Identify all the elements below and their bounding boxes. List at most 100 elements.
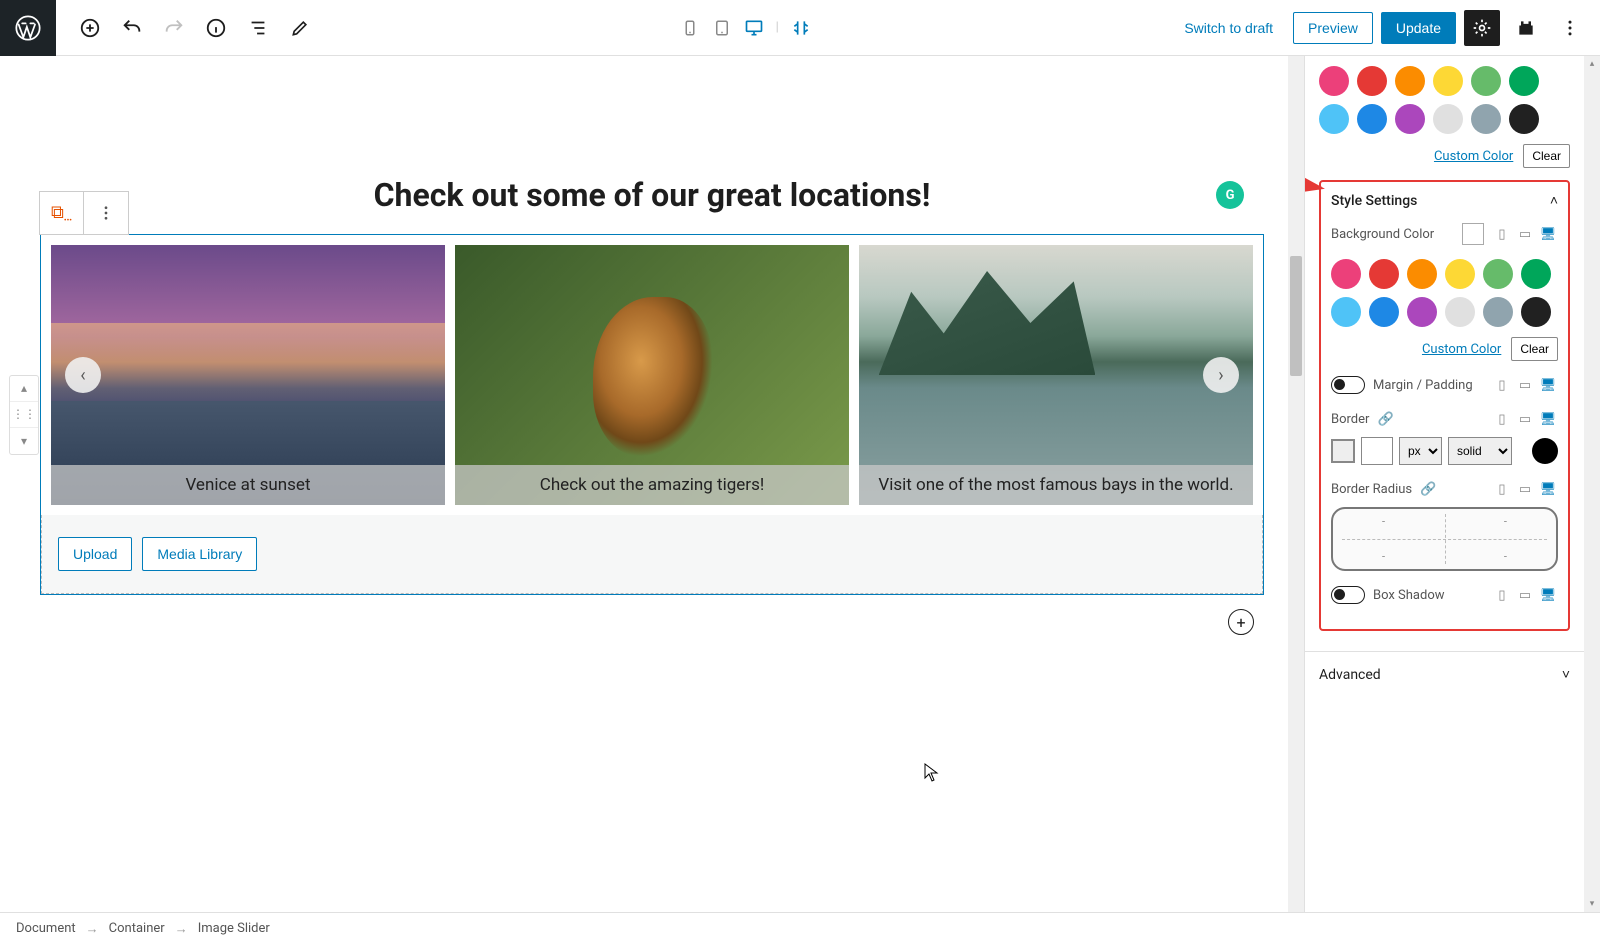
preview-button[interactable]: Preview <box>1293 12 1373 44</box>
add-block-icon[interactable] <box>72 10 108 46</box>
color-swatch[interactable] <box>1395 104 1425 134</box>
color-swatch[interactable] <box>1369 259 1399 289</box>
color-swatch[interactable] <box>1407 259 1437 289</box>
bs-desktop-icon[interactable]: 🖥 <box>1538 585 1558 605</box>
color-swatch[interactable] <box>1471 66 1501 96</box>
border-tablet-icon[interactable]: ▭ <box>1515 409 1535 429</box>
scroll-up-icon[interactable]: ▴ <box>1584 56 1600 72</box>
bs-mobile-icon[interactable]: ▯ <box>1492 585 1512 605</box>
move-down-button[interactable]: ▾ <box>10 428 38 454</box>
margin-padding-toggle[interactable] <box>1331 376 1365 394</box>
radius-bl-input[interactable]: - <box>1382 550 1385 563</box>
mp-mobile-icon[interactable]: ▯ <box>1492 375 1512 395</box>
info-icon[interactable] <box>198 10 234 46</box>
slide-2[interactable]: Check out the amazing tigers! <box>455 245 849 505</box>
color-swatch[interactable] <box>1407 297 1437 327</box>
bg-tablet-icon[interactable]: ▭ <box>1515 224 1535 244</box>
color-swatch[interactable] <box>1483 297 1513 327</box>
move-up-button[interactable]: ▴ <box>10 376 38 402</box>
color-swatch[interactable] <box>1483 259 1513 289</box>
custom-color-link[interactable]: Custom Color <box>1434 149 1513 164</box>
radius-mobile-icon[interactable]: ▯ <box>1492 479 1512 499</box>
border-radius-control[interactable]: - - - - <box>1331 507 1558 571</box>
bs-tablet-icon[interactable]: ▭ <box>1515 585 1535 605</box>
border-style-select[interactable]: solid <box>1448 437 1512 465</box>
responsive-toggle-icon[interactable] <box>787 14 815 42</box>
slider-prev-button[interactable]: ‹ <box>65 357 101 393</box>
color-swatch[interactable] <box>1395 66 1425 96</box>
block-type-icon[interactable]: ⧉••• <box>40 192 84 234</box>
radius-tr-input[interactable]: - <box>1504 515 1507 528</box>
undo-icon[interactable] <box>114 10 150 46</box>
add-block-after-button[interactable]: + <box>1228 609 1254 635</box>
bg-desktop-icon[interactable]: 🖥 <box>1538 224 1558 244</box>
slider-next-button[interactable]: › <box>1203 357 1239 393</box>
slide-3[interactable]: Visit one of the most famous bays in the… <box>859 245 1253 505</box>
block-more-icon[interactable] <box>84 192 128 234</box>
background-color-swatch[interactable] <box>1462 223 1484 245</box>
desktop-preview-icon[interactable] <box>740 14 768 42</box>
sidebar-scrollbar[interactable]: ▴ ▾ <box>1584 56 1600 912</box>
color-swatch[interactable] <box>1445 297 1475 327</box>
color-swatch[interactable] <box>1433 66 1463 96</box>
upload-button[interactable]: Upload <box>58 537 132 571</box>
custom-color-link-bg[interactable]: Custom Color <box>1422 342 1501 357</box>
color-swatch[interactable] <box>1357 66 1387 96</box>
breadcrumb-image-slider[interactable]: Image Slider <box>198 921 270 936</box>
mp-tablet-icon[interactable]: ▭ <box>1515 375 1535 395</box>
mobile-preview-icon[interactable] <box>676 14 704 42</box>
color-swatch[interactable] <box>1445 259 1475 289</box>
radius-tablet-icon[interactable]: ▭ <box>1515 479 1535 499</box>
media-library-button[interactable]: Media Library <box>142 537 257 571</box>
border-desktop-icon[interactable]: 🖥 <box>1538 409 1558 429</box>
slide-1[interactable]: Venice at sunset <box>51 245 445 505</box>
border-unit-select[interactable]: px <box>1399 437 1442 465</box>
grammarly-icon[interactable]: G <box>1216 181 1244 209</box>
border-color-swatch[interactable] <box>1532 438 1558 464</box>
breadcrumb-document[interactable]: Document <box>16 921 76 936</box>
radius-link-icon[interactable]: 🔗 <box>1420 482 1436 497</box>
color-swatch[interactable] <box>1319 66 1349 96</box>
radius-br-input[interactable]: - <box>1504 550 1507 563</box>
bg-mobile-icon[interactable]: ▯ <box>1492 224 1512 244</box>
slide-caption[interactable]: Check out the amazing tigers! <box>455 465 849 505</box>
image-slider-block[interactable]: ⧉••• ▴ ⋮⋮ ▾ ‹ › Venice at sunset <box>40 234 1264 595</box>
editor-canvas[interactable]: Check out some of our great locations! G… <box>0 56 1304 912</box>
border-link-icon[interactable]: 🔗 <box>1377 412 1393 427</box>
page-heading[interactable]: Check out some of our great locations! <box>374 176 931 214</box>
plugin-button[interactable] <box>1508 10 1544 46</box>
border-mobile-icon[interactable]: ▯ <box>1492 409 1512 429</box>
color-swatch[interactable] <box>1509 66 1539 96</box>
settings-button[interactable] <box>1464 10 1500 46</box>
scroll-down-icon[interactable]: ▾ <box>1584 896 1600 912</box>
mp-desktop-icon[interactable]: 🖥 <box>1538 375 1558 395</box>
edit-icon[interactable] <box>282 10 318 46</box>
color-swatch[interactable] <box>1331 297 1361 327</box>
redo-icon[interactable] <box>156 10 192 46</box>
style-settings-toggle[interactable]: Style Settings ˄ <box>1331 192 1558 209</box>
slide-caption[interactable]: Venice at sunset <box>51 465 445 505</box>
radius-tl-input[interactable]: - <box>1382 515 1385 528</box>
radius-desktop-icon[interactable]: 🖥 <box>1538 479 1558 499</box>
more-options-icon[interactable] <box>1552 10 1588 46</box>
color-swatch[interactable] <box>1331 259 1361 289</box>
update-button[interactable]: Update <box>1381 12 1456 44</box>
color-swatch[interactable] <box>1521 297 1551 327</box>
color-swatch[interactable] <box>1521 259 1551 289</box>
color-swatch[interactable] <box>1319 104 1349 134</box>
color-swatch[interactable] <box>1369 297 1399 327</box>
clear-bg-button[interactable]: Clear <box>1511 337 1558 361</box>
tablet-preview-icon[interactable] <box>708 14 736 42</box>
color-swatch[interactable] <box>1509 104 1539 134</box>
border-width-input[interactable] <box>1361 437 1393 465</box>
color-swatch[interactable] <box>1357 104 1387 134</box>
color-swatch[interactable] <box>1471 104 1501 134</box>
canvas-scrollbar[interactable] <box>1288 56 1304 912</box>
box-shadow-toggle[interactable] <box>1331 586 1365 604</box>
clear-color-button[interactable]: Clear <box>1523 144 1570 168</box>
color-swatch[interactable] <box>1433 104 1463 134</box>
outline-icon[interactable] <box>240 10 276 46</box>
wordpress-logo[interactable] <box>0 0 56 56</box>
switch-to-draft-button[interactable]: Switch to draft <box>1172 12 1285 44</box>
drag-handle-icon[interactable]: ⋮⋮ <box>10 402 38 428</box>
